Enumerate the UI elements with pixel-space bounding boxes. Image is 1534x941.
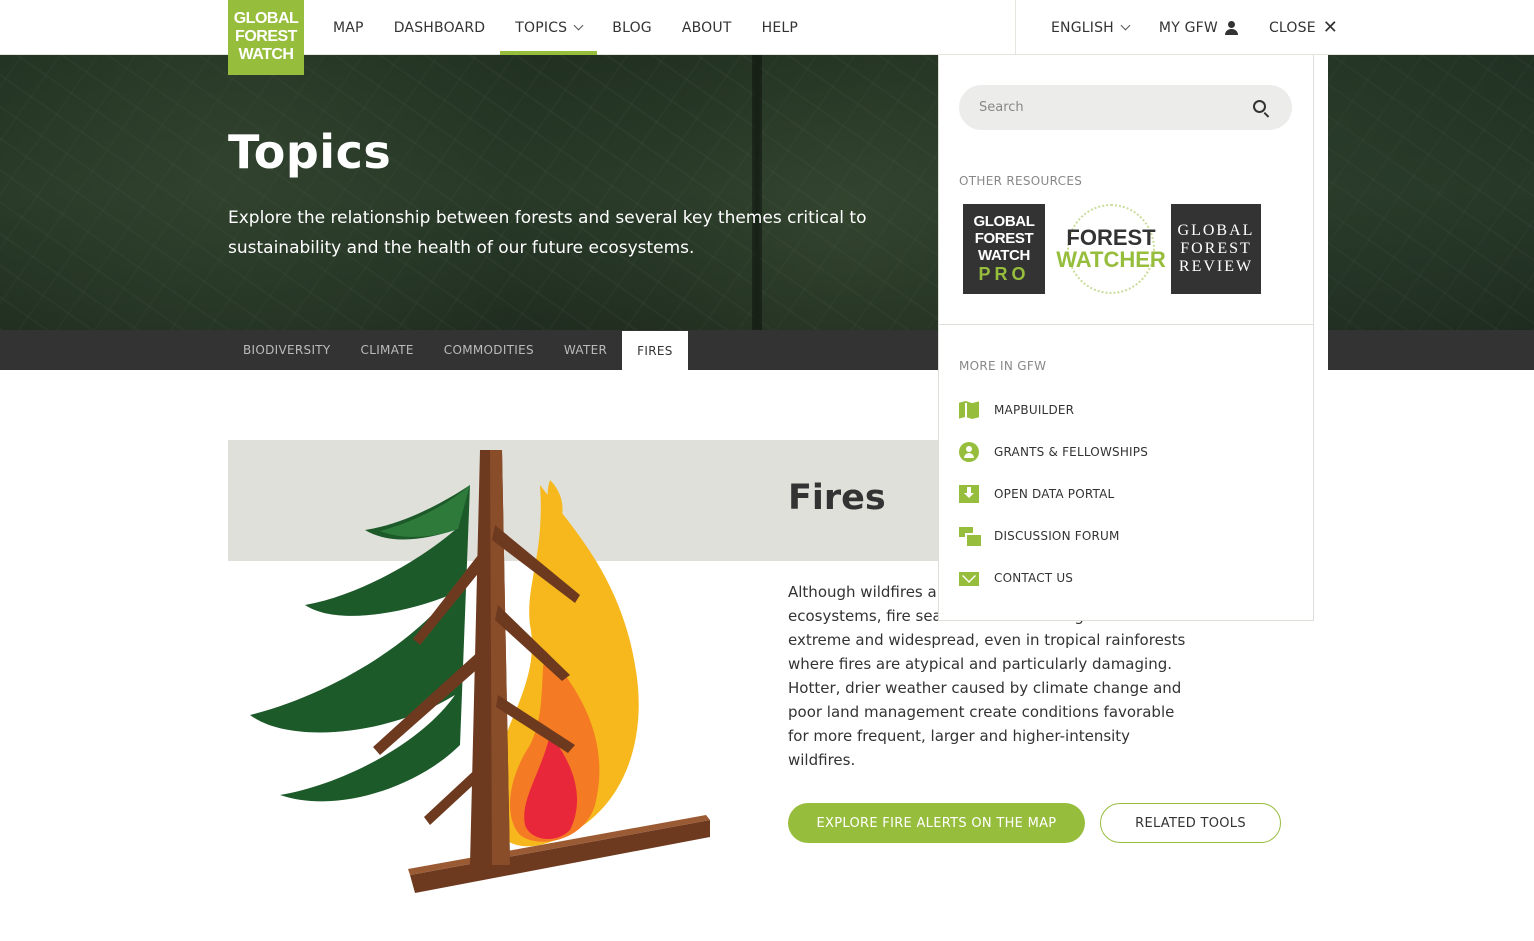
more-item-label: MAPBUILDER [994, 403, 1075, 417]
more-item-label: OPEN DATA PORTAL [994, 487, 1115, 501]
hero-description: Explore the relationship between forests… [228, 208, 867, 258]
topic-tabs: BIODIVERSITY CLIMATE COMMODITIES WATER F… [228, 330, 688, 370]
fire-tree-illustration [250, 450, 710, 893]
language-selector[interactable]: ENGLISH [1036, 0, 1144, 55]
other-resources-label: OTHER RESOURCES [959, 174, 1083, 188]
nav-blog[interactable]: BLOG [597, 0, 667, 55]
gfw-pro-link[interactable]: GLOBAL FOREST WATCH PRO [963, 204, 1045, 294]
more-item-contact[interactable]: CONTACT US [959, 568, 1259, 588]
more-item-label: DISCUSSION FORUM [994, 529, 1120, 543]
nav-about-label: ABOUT [681, 19, 732, 36]
panel-scrollbar[interactable] [1313, 55, 1328, 621]
more-item-label: CONTACT US [994, 571, 1074, 585]
more-item-grants[interactable]: GRANTS & FELLOWSHIPS [959, 442, 1259, 462]
more-item-mapbuilder[interactable]: MAPBUILDER [959, 400, 1259, 420]
nav-map-label: MAP [333, 19, 364, 36]
leaf-vein-decoration [752, 55, 762, 330]
logo-line: FOREST [235, 28, 297, 45]
forest-watcher-link[interactable]: FOREST WATCHER [1056, 204, 1166, 294]
chevron-down-icon [573, 20, 584, 30]
tab-commodities[interactable]: COMMODITIES [429, 330, 549, 370]
my-gfw-button[interactable]: MY GFW [1144, 0, 1254, 55]
nav-help-label: HELP [761, 19, 799, 36]
nav-map[interactable]: MAP [318, 0, 379, 55]
chevron-down-icon [1120, 20, 1131, 30]
map-icon [959, 401, 979, 419]
main-nav: MAP DASHBOARD TOPICS BLOG ABOUT HELP [318, 0, 813, 55]
more-in-gfw-label: MORE IN GFW [959, 359, 1047, 373]
review-logo-line: FOREST [1180, 240, 1252, 257]
my-gfw-label: MY GFW [1158, 19, 1218, 36]
panel-divider [939, 324, 1313, 325]
search-box [959, 85, 1292, 130]
review-logo-line: GLOBAL [1177, 222, 1255, 239]
site-header: GLOBAL FOREST WATCH MAP DASHBOARD TOPICS… [0, 0, 1534, 75]
related-tools-button[interactable]: RELATED TOOLS [1100, 803, 1281, 843]
close-label: CLOSE [1268, 19, 1316, 36]
nav-topics-label: TOPICS [515, 19, 568, 36]
nav-about[interactable]: ABOUT [667, 0, 747, 55]
tab-water[interactable]: WATER [549, 330, 622, 370]
more-item-open-data[interactable]: OPEN DATA PORTAL [959, 484, 1259, 504]
search-input[interactable] [979, 100, 1229, 115]
watcher-logo-line: FOREST [1066, 225, 1156, 250]
nav-help[interactable]: HELP [747, 0, 813, 55]
nav-blog-label: BLOG [612, 19, 652, 36]
nav-divider [1015, 0, 1016, 55]
logo-line: GLOBAL [233, 10, 299, 27]
close-icon: ✕ [1322, 16, 1339, 38]
forum-icon [959, 527, 983, 548]
more-item-forum[interactable]: DISCUSSION FORUM [959, 526, 1259, 548]
pro-badge: PRO [978, 264, 1030, 284]
topic-title: Fires [788, 478, 886, 518]
download-icon [959, 485, 979, 503]
review-logo-line: REVIEW [1178, 258, 1254, 275]
language-label: ENGLISH [1051, 19, 1114, 36]
page-title: Topics [228, 125, 392, 179]
search-icon[interactable] [1253, 100, 1266, 113]
mail-icon [959, 572, 979, 586]
gfw-logo[interactable]: GLOBAL FOREST WATCH [228, 0, 304, 75]
user-circle-icon [959, 442, 979, 462]
utility-nav: ENGLISH MY GFW CLOSE ✕ [1036, 0, 1353, 55]
tab-fires[interactable]: FIRES [622, 331, 688, 370]
pro-logo-line: FOREST [974, 230, 1034, 247]
nav-topics[interactable]: TOPICS [500, 0, 598, 55]
tab-biodiversity[interactable]: BIODIVERSITY [228, 330, 346, 370]
watcher-logo-line: WATCHER [1056, 247, 1166, 272]
pro-logo-line: WATCH [978, 247, 1030, 264]
logo-line: WATCH [238, 46, 294, 63]
nav-dashboard-label: DASHBOARD [393, 19, 486, 36]
close-menu-button[interactable]: CLOSE ✕ [1254, 0, 1353, 55]
user-icon [1224, 20, 1239, 35]
pro-logo-line: GLOBAL [973, 213, 1035, 230]
explore-fire-alerts-button[interactable]: EXPLORE FIRE ALERTS ON THE MAP [788, 803, 1085, 843]
nav-dashboard[interactable]: DASHBOARD [379, 0, 501, 55]
more-menu-panel: OTHER RESOURCES GLOBAL FOREST WATCH PRO … [938, 55, 1314, 621]
tab-climate[interactable]: CLIMATE [346, 330, 429, 370]
more-item-label: GRANTS & FELLOWSHIPS [994, 445, 1149, 459]
global-forest-review-link[interactable]: GLOBAL FOREST REVIEW [1171, 204, 1261, 294]
